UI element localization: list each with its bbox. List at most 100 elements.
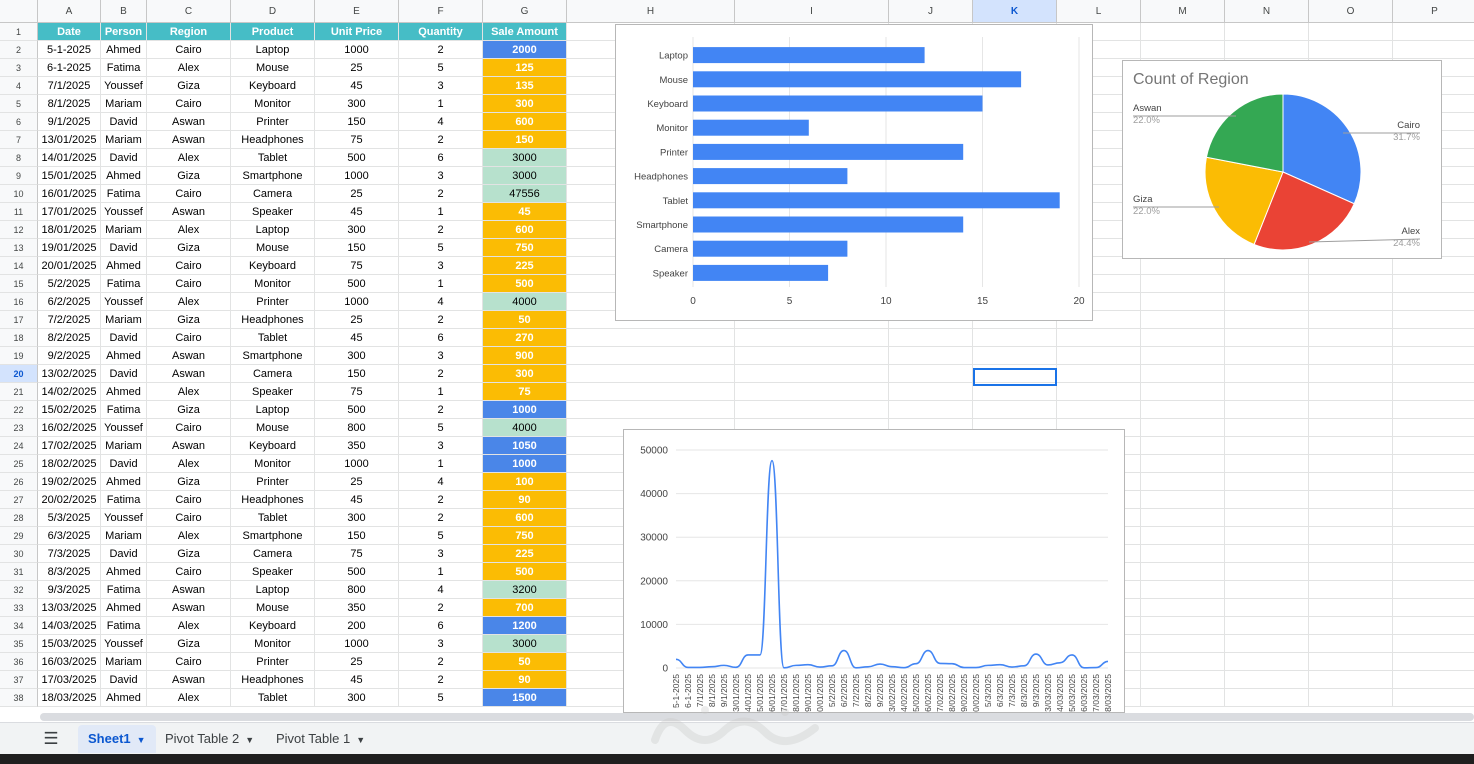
empty-cell[interactable] [1225, 329, 1309, 347]
column-title-person[interactable]: Person [101, 23, 147, 41]
sale-amount-cell[interactable]: 500 [483, 275, 567, 293]
region-cell[interactable]: Alex [147, 383, 231, 401]
sale-amount-cell[interactable]: 3000 [483, 167, 567, 185]
date-cell[interactable]: 18/02/2025 [38, 455, 101, 473]
empty-cell[interactable] [1225, 401, 1309, 419]
row-header[interactable]: 30 [0, 545, 38, 563]
person-cell[interactable]: David [101, 113, 147, 131]
qty-cell[interactable]: 5 [399, 527, 483, 545]
column-title-amount[interactable]: Sale Amount [483, 23, 567, 41]
sale-amount-cell[interactable]: 150 [483, 131, 567, 149]
column-header-f[interactable]: F [399, 0, 483, 23]
date-cell[interactable]: 16/03/2025 [38, 653, 101, 671]
region-cell[interactable]: Aswan [147, 671, 231, 689]
empty-cell[interactable] [1309, 383, 1393, 401]
empty-cell[interactable] [1393, 671, 1474, 689]
empty-cell[interactable] [1309, 599, 1393, 617]
empty-cell[interactable] [1141, 671, 1225, 689]
price-cell[interactable]: 75 [315, 131, 399, 149]
date-cell[interactable]: 13/03/2025 [38, 599, 101, 617]
person-cell[interactable]: Ahmed [101, 257, 147, 275]
region-cell[interactable]: Giza [147, 311, 231, 329]
region-cell[interactable]: Cairo [147, 185, 231, 203]
product-cell[interactable]: Speaker [231, 563, 315, 581]
date-cell[interactable]: 17/01/2025 [38, 203, 101, 221]
region-cell[interactable]: Alex [147, 455, 231, 473]
person-cell[interactable]: David [101, 545, 147, 563]
row-header[interactable]: 17 [0, 311, 38, 329]
empty-cell[interactable] [1141, 527, 1225, 545]
empty-cell[interactable] [973, 347, 1057, 365]
sale-amount-cell[interactable]: 4000 [483, 293, 567, 311]
chevron-down-icon[interactable]: ▼ [245, 735, 254, 745]
price-cell[interactable]: 1000 [315, 167, 399, 185]
empty-cell[interactable] [1393, 401, 1474, 419]
date-cell[interactable]: 9/2/2025 [38, 347, 101, 365]
price-cell[interactable]: 45 [315, 671, 399, 689]
qty-cell[interactable]: 4 [399, 293, 483, 311]
date-cell[interactable]: 9/1/2025 [38, 113, 101, 131]
empty-cell[interactable] [1309, 509, 1393, 527]
qty-cell[interactable]: 2 [399, 401, 483, 419]
qty-cell[interactable]: 1 [399, 455, 483, 473]
price-cell[interactable]: 300 [315, 689, 399, 707]
qty-cell[interactable]: 4 [399, 473, 483, 491]
column-title-region[interactable]: Region [147, 23, 231, 41]
person-cell[interactable]: Ahmed [101, 347, 147, 365]
date-cell[interactable]: 20/01/2025 [38, 257, 101, 275]
empty-cell[interactable] [1141, 383, 1225, 401]
person-cell[interactable]: Fatima [101, 59, 147, 77]
product-cell[interactable]: Keyboard [231, 257, 315, 275]
sale-amount-cell[interactable]: 300 [483, 95, 567, 113]
person-cell[interactable]: Ahmed [101, 167, 147, 185]
date-cell[interactable]: 5-1-2025 [38, 41, 101, 59]
empty-cell[interactable] [1141, 455, 1225, 473]
product-cell[interactable]: Speaker [231, 383, 315, 401]
person-cell[interactable]: David [101, 365, 147, 383]
selected-cell-k20[interactable] [973, 368, 1057, 386]
empty-cell[interactable] [1225, 509, 1309, 527]
sale-amount-cell[interactable]: 700 [483, 599, 567, 617]
qty-cell[interactable]: 3 [399, 545, 483, 563]
qty-cell[interactable]: 6 [399, 617, 483, 635]
sale-amount-cell[interactable]: 1200 [483, 617, 567, 635]
row-header[interactable]: 7 [0, 131, 38, 149]
empty-cell[interactable] [1225, 563, 1309, 581]
price-cell[interactable]: 800 [315, 581, 399, 599]
row-header[interactable]: 34 [0, 617, 38, 635]
empty-cell[interactable] [1141, 401, 1225, 419]
row-header[interactable]: 27 [0, 491, 38, 509]
date-cell[interactable]: 13/02/2025 [38, 365, 101, 383]
product-cell[interactable]: Headphones [231, 671, 315, 689]
empty-cell[interactable] [1309, 23, 1393, 41]
date-cell[interactable]: 8/3/2025 [38, 563, 101, 581]
empty-cell[interactable] [1393, 545, 1474, 563]
product-cell[interactable]: Headphones [231, 311, 315, 329]
empty-cell[interactable] [1225, 41, 1309, 59]
empty-cell[interactable] [1141, 365, 1225, 383]
qty-cell[interactable]: 2 [399, 599, 483, 617]
empty-cell[interactable] [1393, 635, 1474, 653]
region-cell[interactable]: Aswan [147, 203, 231, 221]
sale-amount-cell[interactable]: 1500 [483, 689, 567, 707]
date-cell[interactable]: 8/1/2025 [38, 95, 101, 113]
column-header-i[interactable]: I [735, 0, 889, 23]
person-cell[interactable]: Youssef [101, 203, 147, 221]
empty-cell[interactable] [1225, 383, 1309, 401]
sale-amount-cell[interactable]: 3000 [483, 635, 567, 653]
empty-cell[interactable] [1309, 41, 1393, 59]
sale-amount-cell[interactable]: 135 [483, 77, 567, 95]
empty-cell[interactable] [1393, 293, 1474, 311]
empty-cell[interactable] [1225, 365, 1309, 383]
person-cell[interactable]: Fatima [101, 401, 147, 419]
price-cell[interactable]: 1000 [315, 455, 399, 473]
empty-cell[interactable] [735, 383, 889, 401]
person-cell[interactable]: Mariam [101, 131, 147, 149]
sale-amount-cell[interactable]: 50 [483, 311, 567, 329]
sale-amount-cell[interactable]: 600 [483, 509, 567, 527]
row-header[interactable]: 10 [0, 185, 38, 203]
sale-amount-cell[interactable]: 90 [483, 491, 567, 509]
empty-cell[interactable] [1309, 545, 1393, 563]
empty-cell[interactable] [567, 329, 735, 347]
sale-amount-cell[interactable]: 125 [483, 59, 567, 77]
